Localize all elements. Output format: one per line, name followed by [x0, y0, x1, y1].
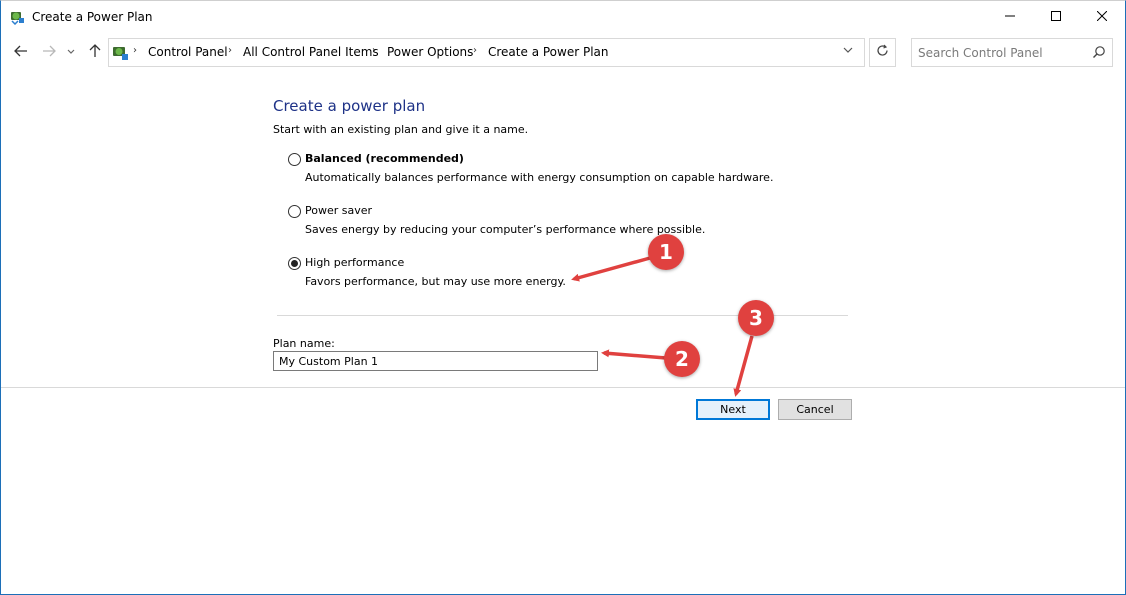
- refresh-icon: [876, 44, 889, 61]
- footer-divider: [1, 387, 1125, 388]
- breadcrumb-all-items[interactable]: All Control Panel Items: [243, 45, 379, 59]
- minimize-icon: [1005, 10, 1015, 24]
- search-box[interactable]: [911, 38, 1113, 67]
- recent-locations-button[interactable]: [64, 43, 78, 63]
- breadcrumb-separator[interactable]: ›: [228, 45, 232, 56]
- chevron-down-icon: [843, 46, 853, 57]
- radio-balanced[interactable]: [288, 153, 301, 166]
- radio-power-saver[interactable]: [288, 205, 301, 218]
- option-high-performance-description: Favors performance, but may use more ene…: [305, 275, 566, 288]
- maximize-button[interactable]: [1033, 1, 1079, 33]
- breadcrumb-separator: ›: [133, 45, 137, 56]
- power-options-icon: [9, 9, 25, 26]
- annotation-badge-1: 1: [648, 234, 684, 270]
- breadcrumb-power-options[interactable]: Power Options: [387, 45, 473, 59]
- maximize-icon: [1051, 10, 1061, 24]
- breadcrumb-create-plan[interactable]: Create a Power Plan: [488, 45, 608, 59]
- title-bar: Create a Power Plan: [1, 1, 1125, 33]
- breadcrumb-control-panel[interactable]: Control Panel: [148, 45, 228, 59]
- back-button[interactable]: [11, 43, 31, 63]
- back-arrow-icon: [14, 44, 28, 62]
- search-input[interactable]: [918, 44, 1078, 62]
- radio-high-performance[interactable]: [288, 257, 301, 270]
- navigation-bar: › Control Panel › All Control Panel Item…: [1, 33, 1125, 73]
- option-power-saver-description: Saves energy by reducing your computer’s…: [305, 223, 706, 236]
- option-balanced-description: Automatically balances performance with …: [305, 171, 774, 184]
- option-power-saver-label[interactable]: Power saver: [305, 204, 372, 217]
- refresh-button[interactable]: [869, 38, 896, 67]
- control-panel-icon: [111, 44, 129, 62]
- option-high-performance-label[interactable]: High performance: [305, 256, 404, 269]
- search-icon[interactable]: [1092, 45, 1108, 61]
- cancel-button[interactable]: Cancel: [778, 399, 852, 420]
- close-button[interactable]: [1079, 1, 1125, 33]
- forward-arrow-icon: [42, 44, 56, 62]
- annotation-badge-3: 3: [738, 300, 774, 336]
- intro-text: Start with an existing plan and give it …: [273, 123, 529, 136]
- forward-button[interactable]: [39, 43, 59, 63]
- address-bar[interactable]: › Control Panel › All Control Panel Item…: [108, 38, 865, 67]
- breadcrumb-separator[interactable]: ›: [372, 45, 376, 56]
- annotation-badge-2: 2: [664, 341, 700, 377]
- breadcrumb-separator[interactable]: ›: [473, 45, 477, 56]
- option-balanced-label[interactable]: Balanced (recommended): [305, 152, 464, 165]
- page-heading: Create a power plan: [273, 97, 426, 115]
- plan-name-input[interactable]: [273, 351, 598, 371]
- chevron-down-icon: [67, 48, 75, 58]
- up-button[interactable]: [85, 43, 105, 63]
- up-arrow-icon: [88, 44, 102, 62]
- address-dropdown[interactable]: [843, 46, 853, 57]
- minimize-button[interactable]: [987, 1, 1033, 33]
- close-icon: [1096, 10, 1108, 24]
- window: Create a Power Plan › Control Panel › Al…: [0, 0, 1126, 595]
- plan-name-label: Plan name:: [273, 337, 335, 350]
- window-title: Create a Power Plan: [32, 10, 153, 24]
- next-button[interactable]: Next: [696, 399, 770, 420]
